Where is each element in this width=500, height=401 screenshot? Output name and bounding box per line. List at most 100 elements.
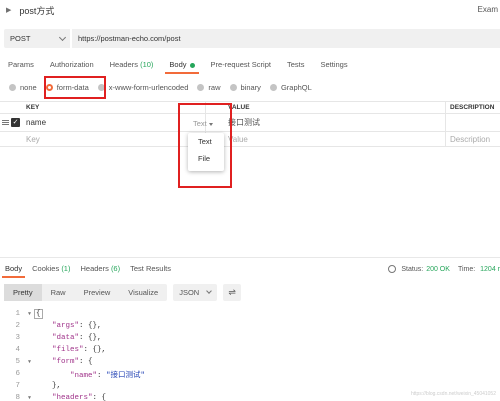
response-status: Status: 200 OK Time: 1204 r [388, 263, 500, 275]
radio-icon [229, 83, 237, 91]
request-tabs: Params Authorization Headers (10) Body P… [0, 58, 500, 74]
code-text: "headers": { [34, 394, 106, 401]
resp-tab-headers[interactable]: Headers (6) [75, 263, 125, 278]
code-line: 3 "data": {}, [0, 332, 500, 344]
tab-pre-request-script[interactable]: Pre-request Script [203, 58, 279, 74]
json-punct: : {}, [79, 322, 102, 330]
method-select[interactable]: POST [4, 29, 70, 48]
format-select[interactable]: JSON [173, 284, 218, 301]
line-number: 4 [15, 346, 20, 354]
tab-label: Tests [286, 60, 305, 69]
radio-binary[interactable]: binary [229, 82, 261, 92]
view-mode-raw[interactable]: Raw [42, 284, 75, 301]
form-data-table: KEY VALUE DESCRIPTION ✓ name 接口测试 Key Va… [0, 101, 500, 147]
json-string: "接口测试" [106, 371, 146, 380]
radio-icon [9, 83, 16, 91]
value-placeholder[interactable]: Value [226, 132, 446, 146]
resp-tab-body[interactable]: Body [0, 263, 27, 278]
watermark: https://blog.csdn.net/weixin_45041052 [410, 391, 496, 397]
json-punct: : {}, [79, 334, 102, 342]
tab-label: Settings [320, 60, 348, 69]
line-number: 3 [15, 334, 20, 342]
time-label: Time: [457, 265, 476, 273]
line-number: 2 [15, 322, 20, 330]
radio-label: binary [240, 82, 261, 92]
code-text: "files": {}, [34, 346, 106, 354]
json-key: "data" [52, 334, 80, 342]
tab-body[interactable]: Body [161, 58, 202, 74]
globe-icon[interactable] [388, 265, 397, 273]
code-text: }, [34, 382, 61, 390]
radio-icon [269, 83, 277, 91]
radio-graphql[interactable]: GraphQL [269, 82, 312, 92]
tab-label: Authorization [49, 60, 94, 69]
tab-label: Headers [109, 60, 138, 69]
json-key: "args" [52, 322, 80, 330]
code-line: 2 "args": {}, [0, 320, 500, 332]
json-punct: : {}, [83, 346, 107, 354]
code-line: 6 "name": "接口测试" [0, 368, 500, 380]
tab-params[interactable]: Params [0, 58, 42, 74]
radio-none[interactable]: none [9, 83, 37, 92]
wrap-lines-button[interactable]: ⇌ [223, 284, 242, 301]
time-value: 1204 r [480, 265, 500, 273]
radio-icon [197, 83, 205, 91]
format-value: JSON [179, 288, 200, 297]
json-key: "form" [52, 358, 80, 366]
tab-label: Headers [80, 264, 109, 273]
tab-headers[interactable]: Headers (10) [102, 58, 162, 74]
view-mode-preview[interactable]: Preview [75, 284, 120, 301]
tab-label: Test Results [130, 264, 171, 273]
url-input[interactable]: https://postman-echo.com/post [72, 29, 500, 48]
radio-raw[interactable]: raw [197, 82, 221, 92]
code-text: "data": {}, [34, 334, 102, 342]
row-controls: ✓ [0, 114, 20, 131]
status-value: 200 OK [426, 265, 450, 273]
method-value: POST [10, 34, 31, 43]
chevron-down-icon [58, 33, 67, 42]
line-number: 8 [15, 394, 20, 401]
annotation-highlight-box [44, 76, 106, 99]
tab-settings[interactable]: Settings [313, 58, 356, 74]
row-spacer [0, 132, 20, 146]
json-key: "files" [52, 346, 84, 354]
view-mode-pretty[interactable]: Pretty [4, 284, 42, 301]
description-placeholder[interactable]: Description [446, 132, 500, 146]
response-body-code[interactable]: 1 ▼ { 2 "args": {}, 3 "data": {}, 4 "fil… [0, 308, 500, 401]
wrap-icon: ⇌ [228, 287, 236, 297]
tab-tests[interactable]: Tests [279, 58, 313, 74]
view-mode-visualize[interactable]: Visualize [119, 284, 167, 301]
row-enabled-checkbox[interactable]: ✓ [11, 118, 20, 127]
status-label: Status: [401, 265, 424, 273]
examples-link[interactable]: Exam [478, 5, 498, 14]
tab-label: Params [8, 60, 34, 69]
pane-divider[interactable] [0, 257, 500, 258]
value-cell[interactable]: 接口测试 [226, 114, 446, 131]
resp-tab-cookies[interactable]: Cookies (1) [27, 263, 75, 278]
tab-label: Pre-request Script [210, 60, 271, 69]
bracket-highlight: { [34, 309, 43, 319]
line-number: 6 [15, 370, 20, 378]
radio-label: raw [208, 82, 221, 92]
response-view-toolbar: Pretty Raw Preview Visualize JSON ⇌ [4, 284, 500, 301]
radio-label: GraphQL [280, 82, 312, 92]
headers-count: (10) [140, 60, 154, 69]
tab-label: Cookies [32, 264, 60, 273]
column-header-description: DESCRIPTION [450, 104, 495, 111]
expand-caret-icon[interactable]: ▶ [6, 6, 11, 14]
column-header-value: VALUE [226, 102, 446, 113]
request-name[interactable]: post方式 [19, 4, 54, 17]
table-row-placeholder: Key Value Description [0, 132, 500, 147]
view-mode-segmented: Pretty Raw Preview Visualize [4, 284, 168, 301]
json-punct: : { [92, 394, 107, 401]
chevron-down-icon [206, 288, 213, 294]
line-number: 5 [15, 358, 20, 366]
tab-authorization[interactable]: Authorization [42, 58, 102, 74]
code-line: 1 ▼ { [0, 308, 500, 320]
json-key: "headers" [52, 394, 93, 401]
radio-x-www-form-urlencoded[interactable]: x-www-form-urlencoded [97, 83, 188, 92]
description-cell[interactable] [446, 114, 500, 131]
drag-handle-icon[interactable] [2, 120, 9, 125]
resp-tab-test-results[interactable]: Test Results [125, 263, 176, 278]
table-row: ✓ name 接口测试 [0, 114, 500, 132]
